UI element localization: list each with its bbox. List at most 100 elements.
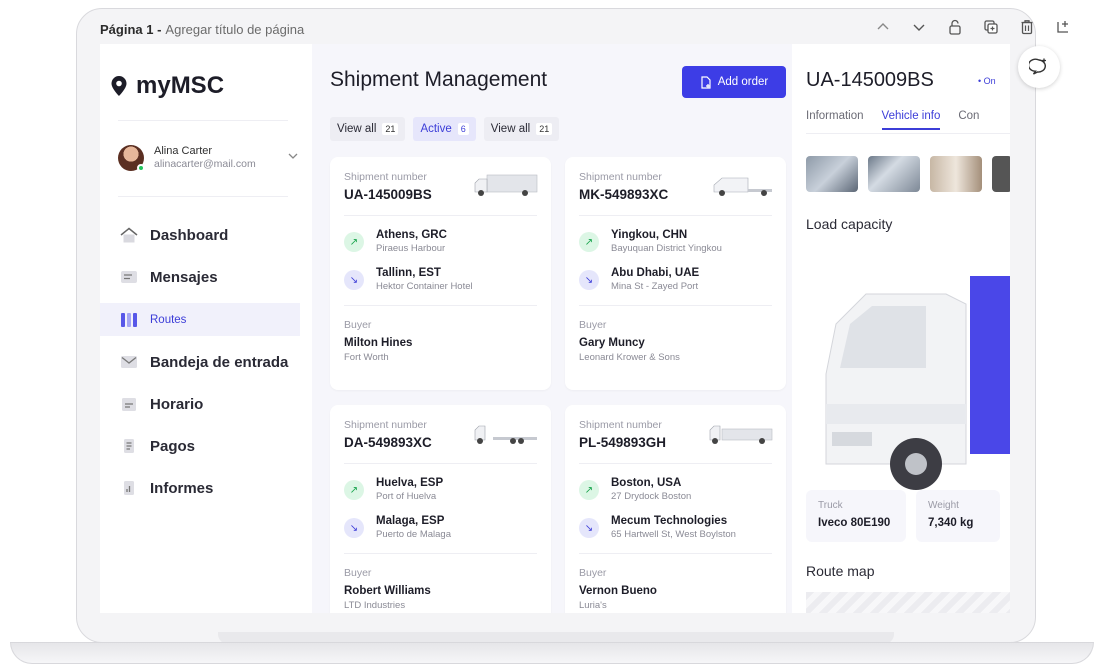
page-title-input[interactable]: Agregar título de página (165, 22, 304, 37)
logo[interactable]: myMSC (110, 72, 224, 100)
vehicle-thumbnail[interactable] (806, 156, 858, 192)
tab-information[interactable]: Information (806, 110, 864, 130)
chevron-down-icon[interactable] (288, 152, 298, 163)
app-screen: myMSC Alina Carter alinacarter@mail.com … (100, 44, 1010, 613)
shipment-card[interactable]: Shipment number DA-549893XC ↗ Huelva, ES… (330, 405, 551, 613)
wallet-icon (124, 439, 134, 453)
filter-label: View all (337, 123, 377, 135)
sidebar: myMSC Alina Carter alinacarter@mail.com … (100, 44, 312, 613)
tab-vehicle-info[interactable]: Vehicle info (881, 110, 941, 130)
stat-value: 7,340 kg (928, 517, 974, 529)
home-icon (120, 227, 138, 243)
sidebar-item-dashboard[interactable]: Dashboard (100, 214, 300, 256)
buyer-info: Buyer Vernon Bueno Luria's (579, 567, 772, 611)
sidebar-item-label: Informes (150, 479, 214, 497)
buyer-name: Gary Muncy (579, 337, 645, 349)
sidebar-item-horario[interactable]: Horario (100, 383, 300, 425)
add-order-label: Add order (717, 76, 769, 88)
filter-view-all[interactable]: View all 21 (330, 117, 406, 141)
lock-icon[interactable] (946, 18, 964, 36)
origin-city: Yingkou, CHN (611, 229, 688, 241)
filter-label: Active (420, 123, 452, 135)
user-email: alinacarter@mail.com (154, 158, 256, 171)
buyer-name: Robert Williams (344, 585, 431, 597)
vehicle-thumbnail[interactable] (868, 156, 920, 192)
weight-stat: Weight 7,340 kg (916, 490, 1000, 542)
buyer-label: Buyer (579, 319, 607, 331)
user-profile[interactable]: Alina Carter alinacarter@mail.com (118, 144, 298, 172)
add-order-button[interactable]: Add order (682, 66, 786, 98)
arrow-up-right-icon: ↗ (579, 232, 599, 252)
route-map-heading: Route map (806, 563, 875, 579)
shipment-card[interactable]: Shipment number MK-549893XC ↗ Yingkou, C… (565, 157, 786, 390)
truck-illustration (825, 276, 1010, 490)
chevron-up-icon[interactable] (874, 18, 892, 36)
sidebar-item-label: Routes (150, 313, 187, 326)
destination-city: Malaga, ESP (376, 515, 445, 527)
location-pin-icon (111, 76, 127, 96)
buyer-info: Buyer Milton Hines Fort Worth (344, 319, 537, 363)
report-icon (124, 481, 134, 495)
inbox-icon (121, 356, 137, 368)
sidebar-item-pagos[interactable]: Pagos (100, 425, 300, 467)
sidebar-item-routes[interactable]: Routes (100, 303, 300, 336)
shipments-panel: Shipment Management Add order View all 2… (312, 44, 792, 613)
route-origin: ↗ Huelva, ESP Port of Huelva (344, 477, 537, 502)
stat-label: Weight (928, 500, 959, 511)
route-origin: ↗ Boston, USA 27 Drydock Boston (579, 477, 772, 502)
calendar-icon (122, 398, 136, 411)
sidebar-item-label: Dashboard (150, 226, 229, 244)
vehicle-stats: Truck Iveco 80E190 Weight 7,340 kg (806, 490, 1000, 542)
page-tools (874, 18, 1072, 36)
origin-city: Huelva, ESP (376, 477, 444, 489)
destination-city: Tallinn, EST (376, 267, 441, 279)
add-page-icon[interactable] (1054, 18, 1072, 36)
sidebar-item-mensajes[interactable]: Mensajes (100, 256, 300, 298)
destination-place: Hektor Container Hotel (376, 281, 473, 292)
add-comment-button[interactable] (1018, 46, 1060, 88)
arrow-down-right-icon: ↘ (579, 518, 599, 538)
flatbed-truck-icon (709, 425, 773, 444)
page-title: Shipment Management (330, 68, 548, 91)
sidebar-item-informes[interactable]: Informes (100, 467, 300, 509)
sidebar-nav: Dashboard Mensajes Routes Bandeja de ent… (100, 214, 300, 509)
shipment-card[interactable]: Shipment number PL-549893GH ↗ Boston, US… (565, 405, 786, 613)
arrow-down-right-icon: ↘ (344, 270, 364, 290)
status-badge: • On (978, 76, 996, 86)
truck-stat: Truck Iveco 80E190 (806, 490, 906, 542)
route-origin: ↗ Athens, GRC Piraeus Harbour (344, 229, 537, 254)
message-icon (121, 271, 137, 283)
divider (118, 120, 288, 121)
chevron-down-icon[interactable] (910, 18, 928, 36)
buyer-info: Buyer Gary Muncy Leonard Krower & Sons (579, 319, 772, 363)
avatar (118, 144, 145, 172)
buyer-label: Buyer (344, 319, 372, 331)
arrow-up-right-icon: ↗ (344, 480, 364, 500)
vehicle-thumbnail[interactable] (930, 156, 982, 192)
vehicle-thumbnail[interactable] (992, 156, 1010, 192)
duplicate-icon[interactable] (982, 18, 1000, 36)
destination-place: Mina St - Zayed Port (611, 281, 699, 292)
laptop-base (10, 642, 1094, 664)
shipment-card[interactable]: Shipment number UA-145009BS ↗ Athens, GR… (330, 157, 551, 390)
filter-count: 21 (536, 123, 553, 135)
arrow-down-right-icon: ↘ (344, 518, 364, 538)
buyer-info: Buyer Robert Williams LTD Industries (344, 567, 537, 611)
tab-con[interactable]: Con (958, 110, 979, 130)
buyer-label: Buyer (344, 567, 372, 579)
route-map[interactable] (806, 592, 1010, 613)
user-name: Alina Carter (154, 145, 213, 157)
detail-tabs: Information Vehicle info Con (806, 110, 979, 130)
sidebar-item-label: Bandeja de entrada (150, 353, 289, 371)
sidebar-item-bandeja[interactable]: Bandeja de entrada (100, 341, 300, 383)
origin-place: 27 Drydock Boston (611, 491, 692, 502)
filter-active[interactable]: Active 6 (413, 117, 476, 141)
origin-place: Port of Huelva (376, 491, 437, 502)
page-number: Página 1 - (100, 21, 162, 37)
destination-place: 65 Hartwell St, West Boylston (611, 529, 736, 540)
trash-icon[interactable] (1018, 18, 1036, 36)
filter-view-all-2[interactable]: View all 21 (483, 117, 560, 141)
buyer-name: Vernon Bueno (579, 585, 657, 597)
sidebar-item-label: Pagos (150, 437, 196, 455)
sidebar-item-label: Horario (150, 395, 204, 413)
